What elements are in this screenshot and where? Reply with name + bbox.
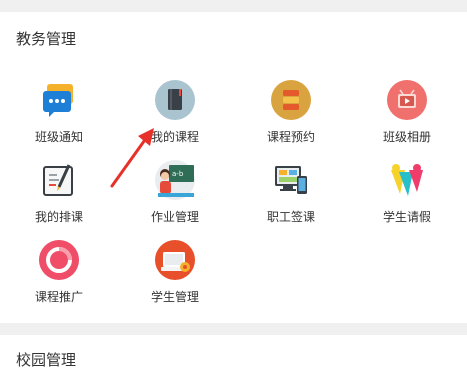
menu-item-class-album[interactable]: 班级相册 [357, 80, 457, 150]
section-title-teaching: 教务管理 [16, 30, 77, 48]
student-keyboard-icon [155, 240, 195, 280]
promotion-ring-icon [39, 240, 79, 280]
annotation-arrow [110, 128, 154, 188]
campus-management-panel: 校园管理 [0, 335, 467, 385]
svg-text:a-b: a-b [172, 170, 184, 178]
menu-item-label: 班级相册 [382, 130, 431, 144]
menu-item-course-promotion[interactable]: 课程推广 [9, 240, 109, 310]
chat-bubble-icon [39, 80, 79, 120]
section-title-campus: 校园管理 [16, 351, 77, 369]
menu-item-my-schedule[interactable]: 我的排课 [9, 160, 109, 230]
menu-item-student-management[interactable]: 学生管理 [125, 240, 225, 310]
calendar-stack-icon [271, 80, 311, 120]
menu-item-label: 班级通知 [34, 130, 83, 144]
menu-item-student-leave[interactable]: 学生请假 [357, 160, 457, 230]
menu-item-label: 学生请假 [382, 210, 431, 224]
menu-item-label: 我的排课 [34, 210, 83, 224]
computer-phone-icon [271, 160, 311, 200]
menu-item-course-booking[interactable]: 课程预约 [241, 80, 341, 150]
menu-item-staff-signin[interactable]: 职工签课 [241, 160, 341, 230]
book-icon [155, 80, 195, 120]
menu-item-label: 课程推广 [34, 290, 83, 304]
menu-item-label: 职工签课 [266, 210, 315, 224]
menu-item-label: 学生管理 [150, 290, 199, 304]
schedule-pen-icon [39, 160, 79, 200]
photo-album-icon [387, 80, 427, 120]
menu-item-label: 课程预约 [266, 130, 315, 144]
menu-item-class-notice[interactable]: 班级通知 [9, 80, 109, 150]
teacher-blackboard-icon: a-b [155, 160, 195, 200]
menu-item-label: 作业管理 [150, 210, 199, 224]
colorful-shapes-icon [387, 160, 427, 200]
